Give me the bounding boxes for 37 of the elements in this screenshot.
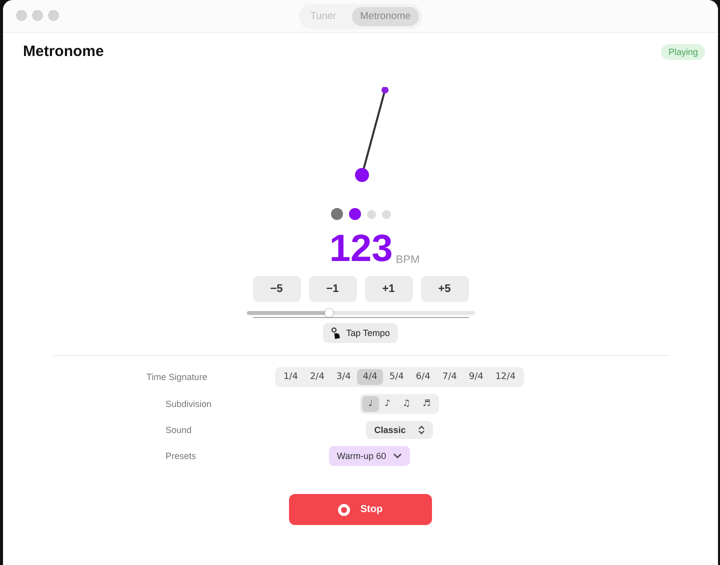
- segment-option[interactable]: 1/4: [277, 369, 304, 385]
- presets-menu[interactable]: Warm-up 60: [328, 446, 410, 466]
- segment-option[interactable]: ♬: [416, 396, 437, 412]
- segment-option[interactable]: 3/4: [330, 369, 357, 385]
- setting-label: Sound: [164, 425, 193, 435]
- tempo-unit: BPM: [396, 254, 420, 266]
- minimize-button[interactable]: [32, 10, 43, 21]
- setting-label: Time Signature: [146, 372, 208, 382]
- segment-option[interactable]: 6/4: [410, 369, 436, 385]
- tempo-value: 123: [329, 230, 393, 268]
- hand-icon: [331, 327, 342, 339]
- stepper-icon: [418, 425, 425, 435]
- segment-option[interactable]: 4/4: [356, 369, 384, 385]
- segment-option[interactable]: 2/4: [304, 369, 330, 385]
- stop-icon: [338, 504, 350, 516]
- segment-option[interactable]: 7/4: [436, 369, 463, 385]
- status-badge: Playing: [661, 44, 705, 60]
- step-button[interactable]: +1: [364, 276, 412, 302]
- stop-button[interactable]: Stop: [289, 494, 432, 525]
- close-button[interactable]: [16, 10, 27, 21]
- step-button[interactable]: +5: [420, 276, 468, 302]
- tempo-slider[interactable]: [246, 311, 474, 318]
- page-title: Metronome: [23, 43, 104, 60]
- tap-tempo-button[interactable]: Tap Tempo: [323, 323, 398, 343]
- segment-option[interactable]: ♪: [378, 396, 396, 412]
- step-button[interactable]: −5: [252, 276, 300, 302]
- chevron-down-icon: [393, 453, 402, 459]
- segment-option[interactable]: 5/4: [383, 369, 410, 385]
- step-button[interactable]: −1: [308, 276, 356, 302]
- setting-label: Subdivision: [164, 399, 213, 409]
- setting-label: Presets: [164, 451, 198, 461]
- segment-option[interactable]: 9/4: [462, 369, 490, 385]
- segment-option[interactable]: ♫: [396, 396, 416, 412]
- zoom-button[interactable]: [48, 10, 59, 21]
- sound-popup[interactable]: Classic: [366, 421, 433, 439]
- segment-option[interactable]: ♩: [362, 396, 379, 412]
- segment-option[interactable]: 12/4: [489, 369, 522, 385]
